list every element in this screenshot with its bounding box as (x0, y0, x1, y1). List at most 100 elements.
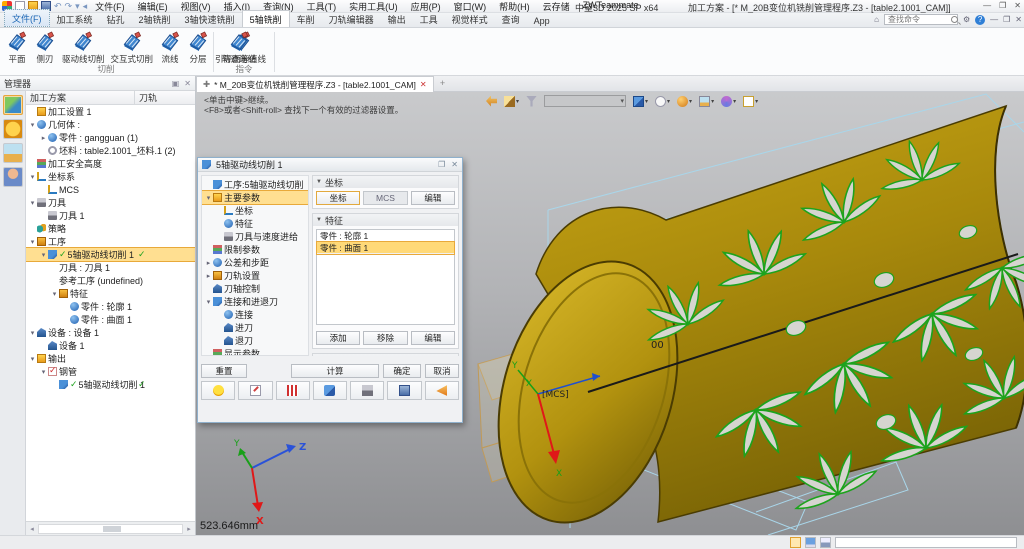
menu-cloud[interactable]: 云存储 (543, 0, 570, 13)
tab-toolpath-editor[interactable]: 刀轨编辑器 (322, 11, 381, 27)
section-view-button[interactable]: ▾ (743, 96, 758, 107)
tree-item-machine[interactable]: ▾设备 : 设备 1 (26, 326, 195, 339)
side-tab-cam-manager[interactable] (3, 95, 23, 115)
expand-arrow-icon[interactable]: ▸ (204, 272, 213, 280)
expand-arrow-icon[interactable]: ▾ (50, 290, 59, 298)
spin-button[interactable]: ▾ (721, 96, 736, 107)
tree-item-mcs[interactable]: MCS (26, 183, 195, 196)
column-toolpath[interactable]: 刀轨 (134, 91, 157, 104)
save-op-button[interactable] (387, 381, 421, 400)
collapse-triangle-icon[interactable]: ▼ (316, 217, 322, 223)
expand-arrow-icon[interactable]: ▸ (39, 134, 48, 142)
tree-item-output-pipe[interactable]: ▾钢管 (26, 365, 195, 378)
tree-item-operations[interactable]: ▾工序 (26, 235, 195, 248)
tree-item-clearance[interactable]: 加工安全高度 (26, 157, 195, 170)
edit-profile-button[interactable] (238, 381, 272, 400)
dtree-links[interactable]: ▾连接和进退刀 (202, 295, 308, 308)
expand-arrow-icon[interactable]: ▾ (28, 121, 37, 129)
button-side-cut[interactable]: 侧刃 (32, 30, 58, 66)
expand-arrow-icon[interactable]: ▾ (39, 251, 48, 259)
side-tab-history[interactable] (3, 119, 23, 139)
tree-item-feature-surface[interactable]: 零件 : 曲面 1 (26, 313, 195, 326)
button-flow-cut[interactable]: 流线 (157, 30, 183, 66)
tab-5x-milling[interactable]: 5轴铣削 (242, 10, 290, 27)
display-toggle-icon[interactable] (805, 537, 816, 548)
tree-item-part[interactable]: ▸零件 : gangguan (1) (26, 131, 195, 144)
restore-button[interactable]: ❐ (999, 1, 1006, 10)
panel-toggle-icon[interactable] (790, 537, 801, 548)
tree-item-tools[interactable]: ▾刀具 (26, 196, 195, 209)
expand-arrow-icon[interactable]: ▾ (204, 194, 213, 202)
scroll-left-icon[interactable]: ◂ (26, 525, 38, 533)
tab-turning[interactable]: 车削 (290, 11, 322, 27)
view-orientation-button[interactable]: ▾ (633, 96, 648, 107)
doc-close-button[interactable]: ✕ (1015, 15, 1022, 24)
document-tab-active[interactable]: ✚ * M_20B变位机铣削管理程序.Z3 - [table2.1001_CAM… (196, 76, 434, 92)
button-layer-cut[interactable]: 分层 (185, 30, 211, 66)
dialog-close-icon[interactable]: ✕ (451, 160, 458, 169)
tree-item-setup[interactable]: 加工设置 1 (26, 105, 195, 118)
doc-restore-button[interactable]: ❐ (1003, 15, 1010, 24)
tab-output[interactable]: 输出 (381, 11, 413, 27)
collapse-ribbon-icon[interactable]: ◂ (83, 1, 88, 11)
minimize-button[interactable]: — (983, 1, 991, 10)
tree-item-op-tool[interactable]: 刀具 : 刀具 1 (26, 261, 195, 274)
expand-arrow-icon[interactable]: ▾ (204, 298, 213, 306)
dtree-connect[interactable]: 连接 (202, 308, 308, 321)
dtree-main-params[interactable]: ▾主要参数 (202, 191, 308, 204)
side-tab-role[interactable] (3, 167, 23, 187)
expand-arrow-icon[interactable]: ▸ (204, 259, 213, 267)
feature-remove-button[interactable]: 移除 (363, 331, 407, 345)
rollback-button[interactable] (425, 381, 459, 400)
tree-item-operation-5x[interactable]: ▾✓5轴驱动线切削 1✓ (26, 248, 195, 261)
tab-3x-quick-milling[interactable]: 3轴快速铣削 (178, 11, 242, 27)
coord-value-field[interactable]: MCS (363, 191, 407, 205)
tab-close-icon[interactable]: ✕ (420, 80, 427, 89)
feature-row-surface[interactable]: 零件 : 曲面 1 (317, 242, 454, 254)
settings-gear-icon[interactable]: ⚙ (963, 15, 970, 24)
column-plan[interactable]: 加工方案 (26, 91, 134, 104)
expand-arrow-icon[interactable]: ▾ (28, 173, 37, 181)
tree-item-feature-profile[interactable]: 零件 : 轮廓 1 (26, 300, 195, 313)
solid-verify-button[interactable] (313, 381, 347, 400)
hint-button[interactable] (201, 381, 235, 400)
ok-button[interactable]: 确定 (383, 364, 421, 378)
tree-item-stock[interactable]: 坯料 : table2.1001_坯料.1 (2) (26, 144, 195, 157)
button-interactive-cut[interactable]: 交互式切削 (109, 30, 156, 66)
tree-item-tactic[interactable]: 策略 (26, 222, 195, 235)
redo-icon[interactable]: ↷ (65, 1, 73, 11)
background-button[interactable]: ▾ (699, 96, 714, 107)
dialog-float-icon[interactable]: ❐ (438, 160, 445, 169)
tab-file[interactable]: 文件(F) (4, 9, 50, 27)
tab-inquire[interactable]: 查询 (495, 11, 527, 27)
dtree-limit-params[interactable]: 限制参数 (202, 243, 308, 256)
scroll-thumb[interactable] (103, 526, 121, 532)
dtree-tool-axis[interactable]: 刀轴控制 (202, 282, 308, 295)
calculate-button[interactable]: 计算 (291, 364, 379, 378)
qat-dropdown-icon[interactable]: ▾ (75, 1, 80, 11)
dtree-lead-out[interactable]: 退刀 (202, 334, 308, 347)
tree-item-frames[interactable]: ▾坐标系 (26, 170, 195, 183)
dtree-tool-feed[interactable]: 刀具与速度进给 (202, 230, 308, 243)
tab-2x-milling[interactable]: 2轴铣削 (132, 11, 178, 27)
tab-tools[interactable]: 工具 (413, 11, 445, 27)
expand-arrow-icon[interactable]: ▾ (39, 368, 48, 376)
home-icon[interactable]: ⌂ (874, 15, 879, 24)
manager-close-icon[interactable]: ✕ (184, 79, 191, 88)
undo-icon[interactable]: ↶ (54, 1, 62, 11)
tab-drilling[interactable]: 钻孔 (100, 11, 132, 27)
side-tab-visualization[interactable] (3, 143, 23, 163)
display-mode-button[interactable]: ▾ (655, 96, 670, 107)
scroll-right-icon[interactable]: ▸ (183, 525, 195, 533)
expand-arrow-icon[interactable]: ▾ (28, 355, 37, 363)
command-search-input[interactable] (884, 14, 958, 25)
status-command-input[interactable] (835, 537, 1017, 548)
close-button[interactable]: ✕ (1014, 1, 1021, 10)
render-mode-button[interactable]: ▾ (677, 96, 692, 107)
tab-visual-style[interactable]: 视觉样式 (445, 11, 495, 27)
tab-machining-system[interactable]: 加工系统 (50, 11, 100, 27)
tree-item-machine1[interactable]: 设备 1 (26, 339, 195, 352)
feature-add-button[interactable]: 添加 (316, 331, 360, 345)
button-plane-cut[interactable]: 平面 (4, 30, 30, 66)
expand-arrow-icon[interactable]: ▾ (28, 238, 37, 246)
